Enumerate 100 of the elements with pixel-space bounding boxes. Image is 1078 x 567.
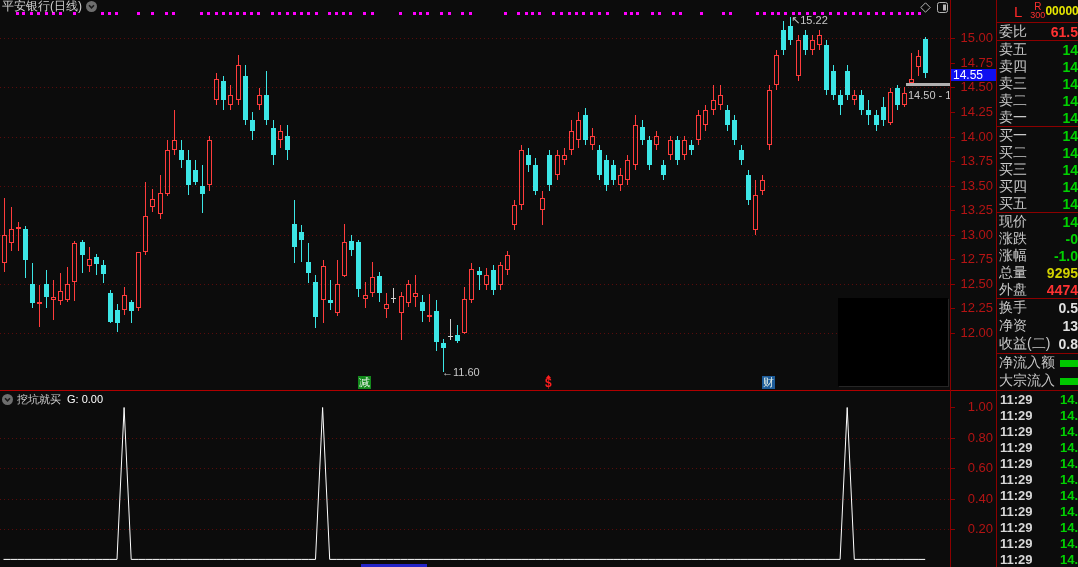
- falling-candle: [597, 144, 602, 181]
- field-label: 总量: [999, 263, 1027, 282]
- falling-candle: [675, 135, 680, 166]
- r-number: 300: [1030, 11, 1046, 20]
- rising-candle: [633, 114, 638, 171]
- event-badge[interactable]: 减: [358, 376, 371, 389]
- falling-candle: [313, 274, 318, 329]
- field-label: 大宗流入: [999, 372, 1055, 390]
- doji-candle: [390, 287, 397, 304]
- rising-candle: [207, 135, 212, 192]
- trade-time: 11:29: [1000, 487, 1033, 503]
- trade-price: 14.: [1059, 487, 1078, 503]
- rising-candle: [888, 87, 893, 126]
- field-label: 现价: [999, 212, 1027, 231]
- rising-candle: [51, 279, 56, 321]
- falling-candle: [838, 89, 843, 116]
- indicator-reading: : 0.00: [75, 393, 104, 405]
- price-tick-label: 12.75: [960, 253, 993, 265]
- rising-candle: [569, 119, 574, 156]
- low-price-label: ←11.60: [442, 367, 480, 378]
- field-value: 14: [1062, 178, 1078, 195]
- rising-candle: [214, 72, 219, 106]
- trade-time: 11:29: [1000, 407, 1033, 423]
- dropdown-icon[interactable]: [86, 0, 97, 12]
- falling-candle: [377, 271, 382, 303]
- price-tick-label: 12.50: [960, 278, 993, 290]
- falling-candle: [129, 299, 134, 324]
- field-label: 净资: [999, 317, 1027, 335]
- rising-candle: [817, 29, 822, 51]
- trade-price: 14.: [1059, 503, 1078, 519]
- rising-candle: [427, 293, 432, 323]
- falling-candle: [859, 89, 864, 116]
- trade-time: 11:29: [1000, 455, 1033, 471]
- falling-candle: [831, 64, 836, 101]
- indicator-tick-label: 0.80: [967, 432, 993, 444]
- rising-candle: [469, 262, 474, 304]
- falling-candle: [108, 289, 113, 324]
- rising-candle: [555, 149, 560, 181]
- price-tick-label: 13.75: [960, 155, 993, 167]
- field-value: 14: [1062, 213, 1078, 230]
- rising-candle: [916, 49, 921, 77]
- price-tick-label: 14.75: [960, 57, 993, 69]
- falling-candle: [725, 104, 730, 132]
- trade-time: 11:29: [1000, 535, 1033, 551]
- trade-time: 11:29: [1000, 391, 1033, 407]
- falling-candle: [193, 159, 198, 186]
- diamond-icon[interactable]: [920, 2, 931, 13]
- rising-candle: [384, 292, 389, 319]
- price-tick-label: 14.25: [960, 106, 993, 118]
- rising-candle: [342, 223, 347, 278]
- event-badge[interactable]: 财: [762, 376, 775, 389]
- rising-candle: [810, 34, 815, 56]
- rising-candle: [65, 266, 70, 303]
- field-label: 卖二: [999, 91, 1027, 110]
- rising-candle: [774, 49, 779, 91]
- falling-candle: [250, 111, 255, 141]
- rising-candle: [852, 89, 857, 106]
- field-label: 换手: [999, 299, 1027, 317]
- rising-candle: [625, 154, 630, 186]
- falling-candle: [788, 16, 793, 46]
- rising-candle: [718, 84, 723, 111]
- field-value: 13: [1062, 318, 1078, 334]
- chart-title: 平安银行(日线): [2, 0, 82, 12]
- rising-candle: [562, 147, 567, 166]
- field-value: -0: [1065, 230, 1078, 247]
- rising-candle: [370, 261, 375, 298]
- trade-time: 11:29: [1000, 439, 1033, 455]
- indicator-tick-label: 0.60: [967, 462, 993, 474]
- falling-candle: [292, 199, 297, 264]
- field-value: -1.0: [1053, 247, 1078, 264]
- dropdown-icon[interactable]: [2, 393, 13, 405]
- trade-price: 14.: [1059, 455, 1078, 471]
- market-label: L: [1014, 2, 1023, 20]
- rising-candle: [335, 259, 340, 317]
- date-tag: [361, 564, 427, 567]
- falling-candle: [781, 20, 786, 56]
- field-value: 14: [1062, 144, 1078, 161]
- falling-candle: [647, 135, 652, 171]
- falling-candle: [874, 109, 879, 132]
- event-glyph[interactable]: $: [545, 378, 552, 389]
- trade-price: 14.: [1059, 439, 1078, 455]
- field-label: 买四: [999, 177, 1027, 196]
- rising-candle: [236, 54, 241, 106]
- indicator-tick-label: 0.20: [967, 523, 993, 535]
- field-label: 涨幅: [999, 246, 1027, 265]
- falling-candle: [881, 96, 886, 127]
- rising-candle: [406, 279, 411, 308]
- rising-candle: [902, 86, 907, 108]
- falling-candle: [455, 324, 460, 344]
- field-value: 61.5: [1050, 23, 1078, 40]
- price-tick-label: 14.50: [960, 81, 993, 93]
- falling-candle: [434, 299, 439, 352]
- falling-candle: [306, 242, 311, 284]
- falling-candle: [94, 253, 99, 276]
- indicator-tick-label: 1.00: [967, 401, 993, 413]
- falling-candle: [526, 147, 531, 173]
- panel-toggle-icon[interactable]: [937, 2, 948, 13]
- falling-candle: [583, 107, 588, 146]
- rising-candle: [257, 87, 262, 111]
- rising-candle: [540, 190, 545, 226]
